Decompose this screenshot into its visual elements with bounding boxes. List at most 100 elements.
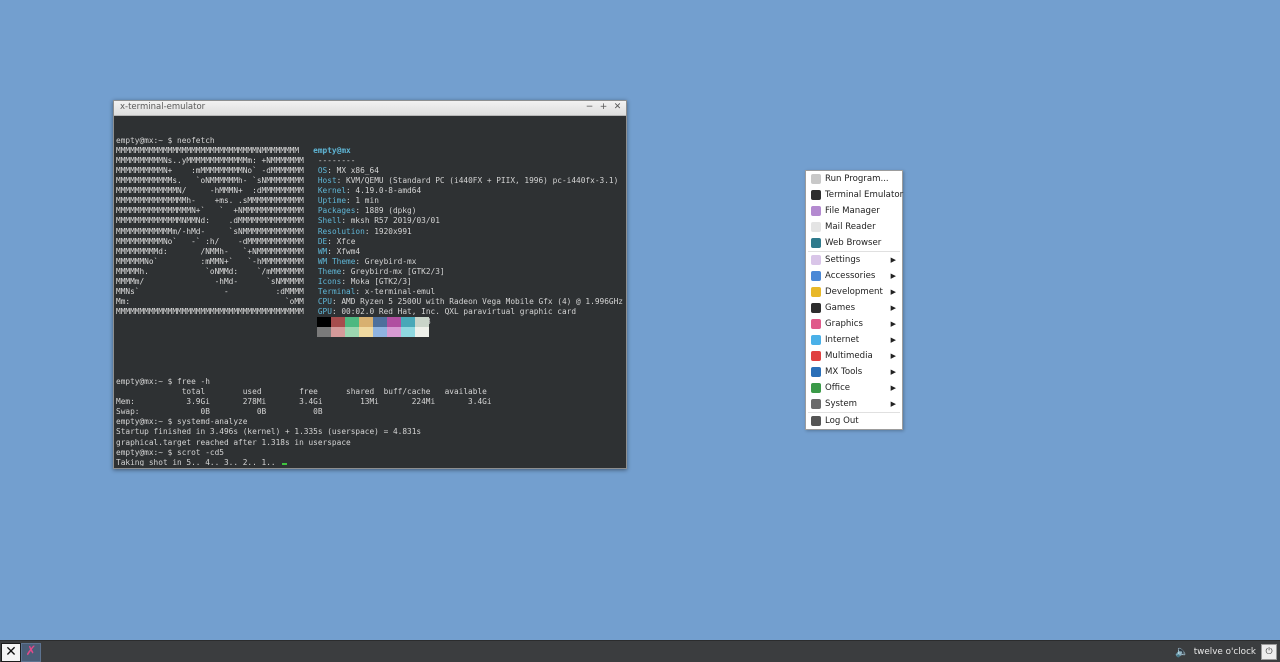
menu-item-office[interactable]: Office ▶: [806, 380, 902, 396]
info-label: Shell: [317, 216, 342, 226]
terminal-text: empty@mx:~ $ systemd-analyze: [116, 417, 248, 427]
terminal-task-button[interactable]: ✗: [21, 643, 41, 662]
menu-item-games[interactable]: Games ▶: [806, 300, 902, 316]
menu-item-mx-tools[interactable]: MX Tools ▶: [806, 364, 902, 380]
office-icon: [811, 383, 821, 393]
menu-item-development[interactable]: Development ▶: [806, 284, 902, 300]
terminal-output[interactable]: empty@mx:~ $ neofetch MMMMMMMMMMMMMMMMMMM…: [116, 116, 624, 466]
menu-item-mail-reader[interactable]: Mail Reader: [806, 219, 902, 235]
info-label: Icons: [317, 276, 342, 286]
menu-item-label: Mail Reader: [825, 222, 876, 232]
menu-item-accessories[interactable]: Accessories ▶: [806, 268, 902, 284]
color-swatch: [387, 327, 401, 337]
menu-item-terminal-emulator[interactable]: Terminal Emulator: [806, 187, 903, 203]
color-swatch: [415, 327, 429, 337]
mx-tools-icon: [811, 367, 821, 377]
menu-item-run-program[interactable]: Run Program...: [806, 171, 902, 187]
terminal-text: : Greybird-mx: [355, 256, 417, 266]
terminal-line: MMMMMMMMMMNs..yMMMMMMMMMMMMMm: +NMMMMMMM…: [116, 156, 624, 166]
submenu-arrow-icon: ▶: [890, 368, 896, 376]
ascii-logo: MMMMMMMMMMNo` -` :h/ -dMMMMMMMMMMMM: [116, 236, 318, 246]
menu-item-file-manager[interactable]: File Manager: [806, 203, 902, 219]
color-swatch: [373, 317, 387, 327]
menu-item-multimedia[interactable]: Multimedia ▶: [806, 348, 902, 364]
terminal-line: MMMMMMNo` :mMMN+` `-hMMMMMMMMM WM Theme:…: [116, 257, 624, 267]
info-label: DE: [317, 236, 328, 246]
terminal-text: : x-terminal-emul: [355, 286, 436, 296]
terminal-line: Mem: 3.9Gi 278Mi 3.4Gi 13Mi 224Mi 3.4Gi: [116, 397, 624, 407]
minimize-button[interactable]: −: [585, 101, 594, 114]
terminal-text: Mem: 3.9Gi 278Mi 3.4Gi 13Mi 224Mi 3.4Gi: [116, 397, 492, 407]
ascii-logo: MMMMMMMMMMMMMMMMMMMMMMMMMMMMMMNMMMMMMMM: [116, 146, 314, 156]
terminal-line: Mm: `oMM CPU: AMD Ryzen 5 2500U with Rad…: [116, 297, 624, 307]
ascii-logo: MMMMMMMMMMNs..yMMMMMMMMMMMMMm: +NMMMMMMM: [116, 156, 318, 166]
close-button[interactable]: ✕: [613, 101, 622, 114]
internet-icon: [811, 335, 821, 345]
info-label: GPU: [317, 306, 332, 316]
terminal-line: graphical.target reached after 1.318s in…: [116, 438, 624, 448]
menu-item-log-out[interactable]: Log Out: [806, 413, 902, 429]
ascii-logo: MMMMMMMMMMMMm/-hMd- `sNMMMMMMMMMMMMM: [116, 226, 318, 236]
color-swatch: [401, 327, 415, 337]
info-label: Packages: [317, 206, 356, 216]
menu-item-label: Office: [825, 383, 851, 393]
terminal-text: : AMD Ryzen 5 2500U with Radeon Vega Mob…: [331, 296, 623, 306]
terminal-line: MMMMMMMMMMMMMN/ -hMMMN+ :dMMMMMMMMM Kern…: [116, 186, 624, 196]
terminal-text: Startup finished in 3.496s (kernel) + 1.…: [116, 427, 422, 437]
games-icon: [811, 303, 821, 313]
info-label: Host: [317, 176, 337, 186]
globe-icon: [811, 238, 821, 248]
terminal-window[interactable]: x-terminal-emulator − + ✕ empty@mx:~ $ n…: [113, 100, 627, 469]
terminal-line: empty@mx:~ $ free -h: [116, 377, 624, 387]
terminal-line: MMMMMMMMMMN+ :mMMMMMMMMMNo` -dMMMMMMM OS…: [116, 166, 624, 176]
terminal-text: : 1889 (dpkg): [355, 206, 417, 216]
menu-item-label: Accessories: [825, 271, 876, 281]
terminal-text: total used free shared buff/cache availa…: [116, 387, 487, 397]
menu-item-label: Internet: [825, 335, 860, 345]
info-label: WM Theme: [317, 256, 356, 266]
terminal-text: : MX x86_64: [327, 166, 379, 176]
whisker-menu-button[interactable]: ✕: [1, 643, 21, 662]
clock[interactable]: twelve o'clock: [1194, 647, 1256, 657]
color-swatch: [359, 317, 373, 327]
terminal-line: MMMMMh. `oNMMd: `/mMMMMMMM Theme: Greybi…: [116, 267, 624, 277]
ascii-logo: MMMMMMMMMMMMs. `oNMMMMMMh- `sNMMMMMMMM: [116, 176, 318, 186]
ascii-logo: MMMMMh. `oNMMd: `/mMMMMMMM: [116, 266, 318, 276]
maximize-button[interactable]: +: [599, 101, 608, 114]
terminal-line: MMNs` - :dMMMM Terminal: x-terminal-emul: [116, 287, 624, 297]
info-label: Kernel: [317, 186, 347, 196]
terminal-text: : Xfwm4: [327, 246, 361, 256]
info-label: Theme: [317, 266, 342, 276]
volume-icon[interactable]: 🔈: [1175, 645, 1189, 658]
info-label: Uptime: [317, 196, 347, 206]
ascii-logo: Mm: `oMM: [116, 296, 318, 306]
menu-item-label: Run Program...: [825, 174, 889, 184]
submenu-arrow-icon: ▶: [890, 304, 896, 312]
menu-item-settings[interactable]: Settings ▶: [806, 252, 902, 268]
color-swatch: [387, 317, 401, 327]
terminal-text: : mksh R57 2019/03/01: [341, 216, 440, 226]
application-menu: Run Program... Terminal Emulator File Mana…: [805, 170, 903, 430]
taskbar-panel: ✕ ✗ 🔈 twelve o'clock ⏻: [0, 640, 1280, 662]
ascii-logo: MMMMm/ -hMd- `sNMMMMM: [116, 276, 318, 286]
menu-item-system[interactable]: System ▶: [806, 396, 902, 412]
ascii-logo: MMMMMMMMMMMMMMMMMMMMMMMMMMMMMMMMMMMMMMMM: [116, 306, 318, 316]
menu-item-internet[interactable]: Internet ▶: [806, 332, 902, 348]
info-label: OS: [317, 166, 328, 176]
ascii-logo: MMMMMMMMMMMMMMMh- +ms. .sMMMMMMMMMMMM: [116, 196, 318, 206]
color-swatch: [331, 327, 345, 337]
terminal-text: : 1920x991: [364, 226, 412, 236]
submenu-arrow-icon: ▶: [890, 352, 896, 360]
user-action-icon[interactable]: ⏻: [1261, 643, 1277, 660]
color-swatch: [345, 317, 359, 327]
window-titlebar[interactable]: x-terminal-emulator − + ✕: [114, 101, 626, 116]
terminal-text: : 4.19.0-8-amd64: [346, 186, 422, 196]
menu-item-graphics[interactable]: Graphics ▶: [806, 316, 902, 332]
submenu-arrow-icon: ▶: [890, 400, 896, 408]
menu-item-web-browser[interactable]: Web Browser: [806, 235, 902, 251]
terminal-line: empty@mx:~ $ neofetch: [116, 136, 624, 146]
folder-icon: [811, 206, 821, 216]
submenu-arrow-icon: ▶: [890, 336, 896, 344]
color-swatch: [373, 327, 387, 337]
